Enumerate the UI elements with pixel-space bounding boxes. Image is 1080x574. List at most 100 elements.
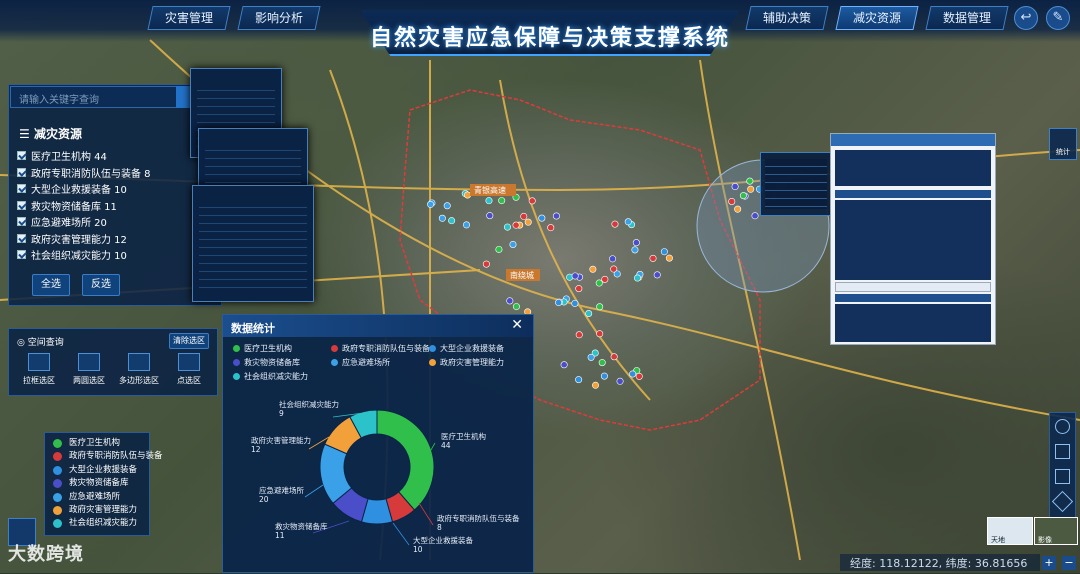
resource-checkbox-row[interactable]: 政府专职消防队伍与装备 8: [9, 165, 223, 182]
resource-marker[interactable]: [634, 274, 642, 282]
spatial-tool-button[interactable]: 点选区: [167, 353, 211, 391]
donut-slice[interactable]: [376, 409, 435, 511]
resource-marker[interactable]: [571, 299, 579, 307]
zoom-in-button[interactable]: +: [1042, 556, 1056, 570]
checkbox[interactable]: [17, 200, 26, 210]
spatial-tool-button[interactable]: 多边形选区: [117, 353, 161, 391]
minimap-map[interactable]: 天地: [987, 517, 1033, 545]
spatial-tool-button[interactable]: 拉框选区: [17, 353, 61, 391]
invert-button[interactable]: 反选: [82, 274, 120, 296]
resource-marker[interactable]: [624, 218, 632, 226]
resource-marker[interactable]: [486, 212, 494, 220]
resource-marker[interactable]: [596, 303, 604, 311]
search-button[interactable]: [176, 86, 190, 108]
resource-marker[interactable]: [552, 212, 560, 220]
nav-disaster-management[interactable]: 灾害管理: [147, 6, 231, 30]
resource-marker[interactable]: [746, 177, 754, 185]
resource-marker[interactable]: [503, 223, 511, 231]
resource-marker[interactable]: [463, 221, 471, 229]
resource-checkbox-row[interactable]: 社会组织减灾能力 10: [9, 247, 223, 264]
resource-marker[interactable]: [635, 372, 643, 380]
resource-marker[interactable]: [598, 359, 606, 367]
resource-marker[interactable]: [587, 353, 595, 361]
resource-marker[interactable]: [747, 185, 755, 193]
resource-marker[interactable]: [653, 271, 661, 279]
checkbox[interactable]: [17, 151, 26, 160]
resource-marker[interactable]: [520, 212, 528, 220]
resource-marker[interactable]: [547, 224, 555, 232]
spatial-tool-button[interactable]: 两圆选区: [67, 353, 111, 391]
resource-marker[interactable]: [498, 197, 506, 205]
resource-marker[interactable]: [482, 260, 490, 268]
resource-marker[interactable]: [575, 376, 583, 384]
info-input[interactable]: [835, 282, 991, 292]
checkbox[interactable]: [17, 217, 26, 226]
resource-marker[interactable]: [665, 254, 673, 262]
resource-marker[interactable]: [464, 191, 472, 199]
resource-marker[interactable]: [601, 275, 609, 283]
wrench-icon[interactable]: ✎: [1046, 6, 1070, 30]
resource-marker[interactable]: [596, 330, 604, 338]
resource-marker[interactable]: [734, 205, 742, 213]
statistics-side-button[interactable]: 统计: [1049, 128, 1077, 160]
resource-checkbox-row[interactable]: 政府灾害管理能力 12: [9, 231, 223, 248]
resource-marker[interactable]: [528, 197, 536, 205]
resource-marker[interactable]: [560, 361, 568, 369]
resource-marker[interactable]: [613, 270, 621, 278]
measure-icon[interactable]: [1055, 469, 1070, 484]
zoom-box-icon[interactable]: [1055, 444, 1070, 459]
nav-decision-support[interactable]: 辅助决策: [745, 6, 829, 30]
checkbox[interactable]: [17, 233, 26, 243]
resource-marker[interactable]: [610, 353, 618, 361]
minimap-satellite[interactable]: 影像: [1034, 517, 1078, 545]
resource-marker[interactable]: [509, 240, 517, 248]
layer-icon[interactable]: [1051, 490, 1074, 513]
back-icon[interactable]: ↩: [1014, 6, 1038, 30]
resource-marker[interactable]: [443, 202, 451, 210]
search-input[interactable]: 请输入关键字查询: [10, 86, 182, 108]
resource-marker[interactable]: [575, 285, 583, 293]
zoom-out-button[interactable]: −: [1062, 556, 1076, 570]
resource-marker[interactable]: [555, 299, 563, 307]
resource-marker[interactable]: [589, 265, 597, 273]
resource-marker[interactable]: [629, 370, 637, 378]
clear-selection-button[interactable]: 清除选区: [169, 333, 209, 349]
resource-checkbox-row[interactable]: 救灾物资储备库 11: [9, 198, 223, 215]
resource-marker[interactable]: [595, 279, 603, 287]
resource-marker[interactable]: [438, 214, 446, 222]
checkbox[interactable]: [17, 167, 26, 177]
resource-marker[interactable]: [575, 331, 583, 339]
resource-marker[interactable]: [495, 245, 503, 253]
resource-marker[interactable]: [585, 310, 593, 318]
resource-marker[interactable]: [571, 272, 579, 280]
locate-icon[interactable]: [1055, 419, 1070, 434]
resource-marker[interactable]: [448, 217, 456, 225]
nav-disaster-resources[interactable]: 减灾资源: [835, 6, 919, 30]
resource-marker[interactable]: [649, 254, 657, 262]
checkbox[interactable]: [17, 250, 26, 259]
resource-marker[interactable]: [631, 246, 639, 254]
checkbox[interactable]: [17, 184, 26, 193]
resource-checkbox-row[interactable]: 大型企业救援装备 10: [9, 181, 223, 198]
resource-marker[interactable]: [728, 197, 736, 205]
nav-impact-analysis[interactable]: 影响分析: [237, 6, 321, 30]
resource-marker[interactable]: [512, 221, 520, 229]
resource-marker[interactable]: [538, 214, 546, 222]
resource-marker[interactable]: [739, 192, 747, 200]
resource-checkbox-row[interactable]: 应急避难场所 20: [9, 214, 223, 231]
resource-marker[interactable]: [616, 377, 624, 385]
resource-marker[interactable]: [632, 239, 640, 247]
document-window[interactable]: [192, 185, 314, 302]
resource-marker[interactable]: [660, 248, 668, 256]
map-popup[interactable]: [760, 152, 832, 216]
detail-info-window[interactable]: [830, 133, 996, 345]
close-icon[interactable]: ✕: [511, 317, 523, 333]
resource-marker[interactable]: [609, 255, 617, 263]
resource-marker[interactable]: [731, 183, 739, 191]
select-all-button[interactable]: 全选: [32, 274, 70, 296]
resource-marker[interactable]: [485, 197, 493, 205]
resource-marker[interactable]: [751, 212, 759, 220]
nav-data-management[interactable]: 数据管理: [925, 6, 1009, 30]
resource-marker[interactable]: [600, 372, 608, 380]
resource-marker[interactable]: [427, 200, 435, 208]
